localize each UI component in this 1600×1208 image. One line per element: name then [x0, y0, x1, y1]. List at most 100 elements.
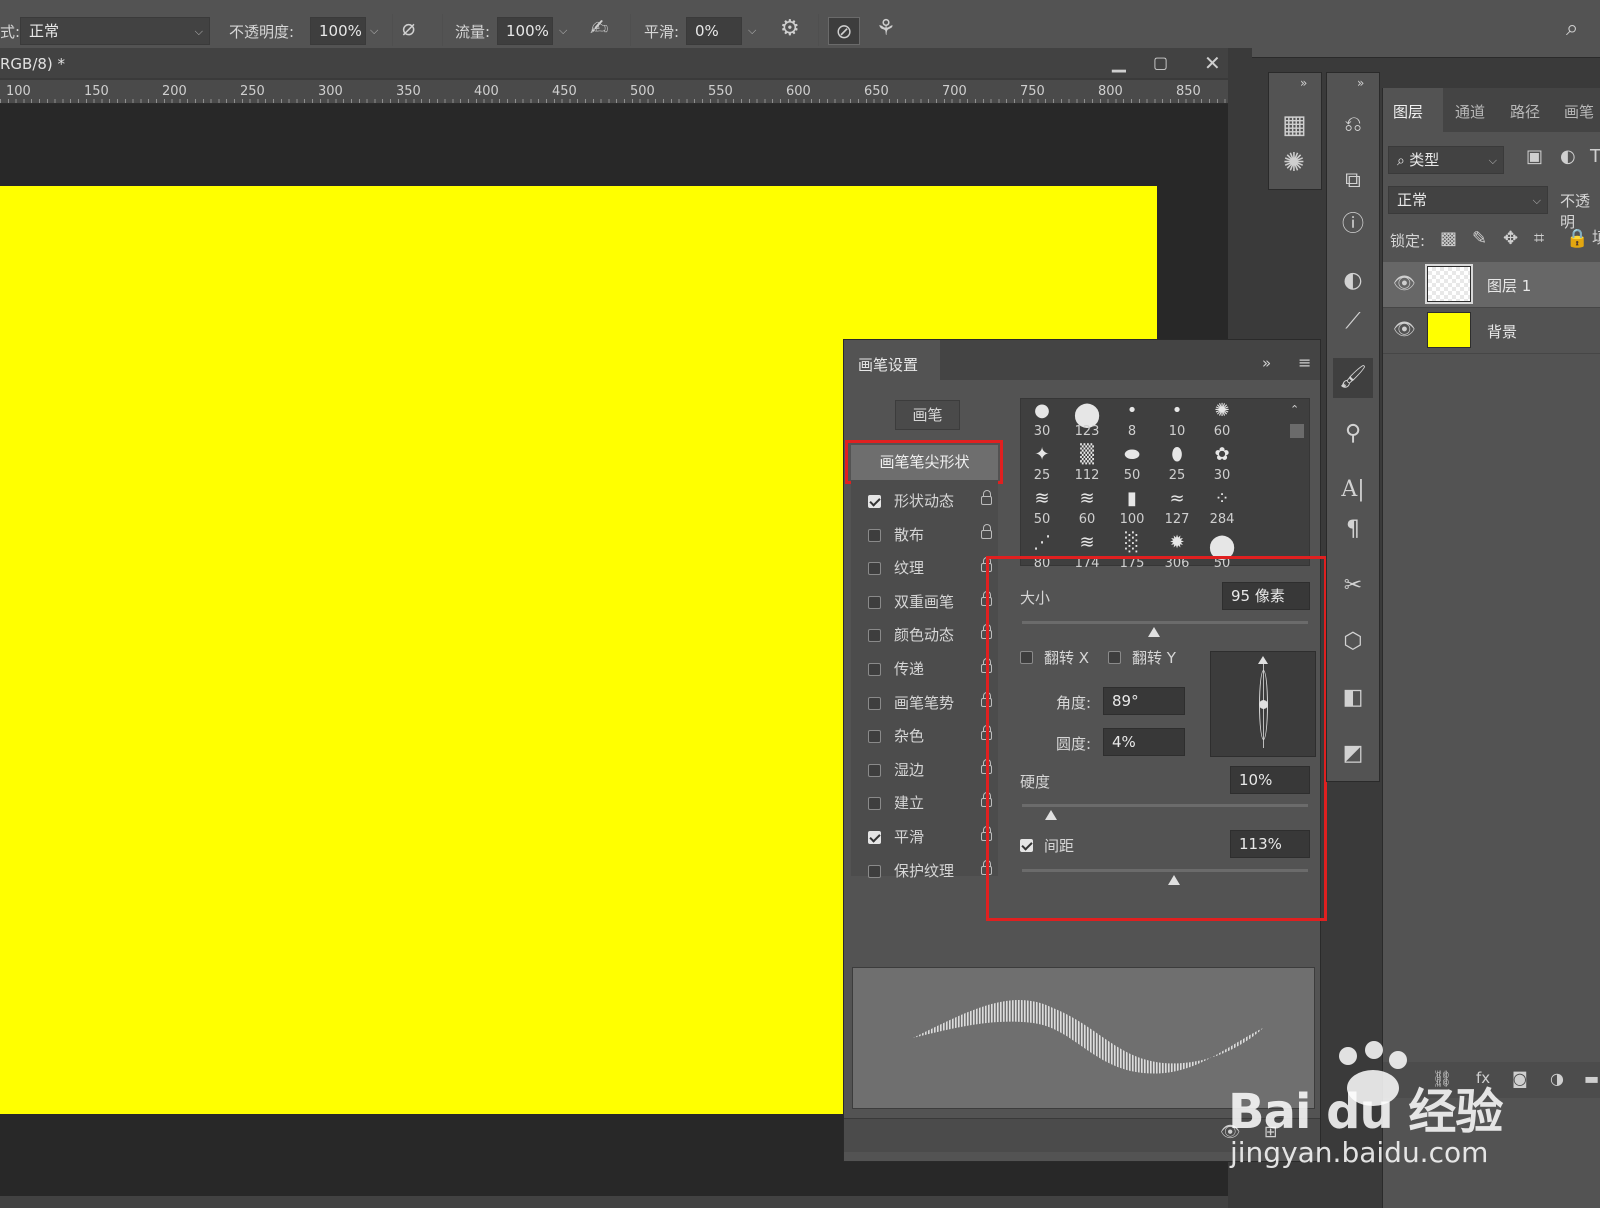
info-icon[interactable]: ⓘ [1333, 205, 1373, 245]
brush-settings-dock-icon[interactable]: 🖌 [1333, 358, 1373, 398]
properties-icon[interactable]: ◧ [1333, 678, 1373, 718]
option-checkbox[interactable] [868, 730, 881, 744]
scroll-up-icon[interactable]: ⌃ [1290, 404, 1299, 415]
visibility-eye-icon[interactable]: 👁 [1393, 321, 1416, 339]
option-checkbox[interactable] [868, 831, 881, 844]
mode-select[interactable]: 正常 ⌵ [20, 17, 210, 45]
new-group-icon[interactable]: ▬ [1584, 1071, 1599, 1087]
option-checkbox[interactable] [868, 696, 881, 710]
clone-source-icon[interactable]: ⚲ [1333, 414, 1373, 454]
opacity-field[interactable]: 100% [310, 17, 366, 45]
panel-menu-icon[interactable]: ≡ [1298, 355, 1311, 371]
libraries-icon[interactable]: ⧉ [1333, 161, 1373, 201]
brush-preset[interactable]: • 8 [1111, 399, 1153, 441]
history-icon[interactable]: ⎌ [1333, 105, 1373, 145]
paragraph-icon[interactable]: ¶ [1333, 510, 1373, 550]
brush-preset[interactable]: ≋ 60 [1066, 487, 1108, 529]
styles-icon[interactable]: ⟋ [1333, 302, 1373, 342]
option-checkbox[interactable] [868, 763, 881, 777]
layer-filter-select[interactable]: ⌕ 类型 ⌵ [1388, 146, 1504, 174]
option-checkbox[interactable] [868, 629, 881, 643]
brush-preset[interactable]: ⬤ 123 [1066, 399, 1108, 441]
smooth-dropdown-icon[interactable]: ⌵ [748, 24, 756, 38]
collapse-panel-icon[interactable]: » [1262, 356, 1271, 371]
lock-icon[interactable] [981, 490, 992, 505]
option-checkbox[interactable] [868, 797, 881, 811]
option-label[interactable]: 双重画笔 [894, 591, 954, 612]
layer-row[interactable]: 👁 背景 [1383, 308, 1600, 354]
airbrush-icon[interactable]: ✍ [590, 18, 608, 40]
option-label[interactable]: 画笔笔势 [894, 692, 954, 713]
new-fill-layer-icon[interactable]: ◑ [1550, 1071, 1564, 1087]
option-checkbox[interactable] [868, 595, 881, 609]
option-label[interactable]: 保护纹理 [894, 860, 954, 881]
option-checkbox[interactable] [868, 495, 881, 508]
brush-preset[interactable]: ≈127 [1156, 487, 1198, 529]
blend-mode-select[interactable]: 正常 ⌵ [1388, 186, 1548, 214]
layer-row[interactable]: 👁 图层 1 [1383, 262, 1600, 308]
tab-3[interactable]: 画笔 [1564, 101, 1594, 122]
lock-transparent-icon[interactable]: ▩ [1440, 230, 1457, 248]
option-label[interactable]: 传递 [894, 658, 924, 679]
brush-preset[interactable]: • 10 [1156, 399, 1198, 441]
tab-0[interactable]: 图层 [1393, 101, 1423, 122]
collapse-dock-icon[interactable]: » [1300, 77, 1307, 89]
option-label[interactable]: 湿边 [894, 759, 924, 780]
grid-icon[interactable]: ▦ [1282, 112, 1307, 138]
visibility-eye-icon[interactable]: 👁 [1393, 275, 1416, 293]
option-checkbox[interactable] [868, 663, 881, 676]
pressure-opacity-icon[interactable]: ⌀ [402, 18, 415, 40]
lock-artboard-icon[interactable]: ⌗ [1534, 230, 1544, 248]
character-icon[interactable]: A| [1333, 470, 1373, 510]
collapse-dock-b-icon[interactable]: » [1357, 77, 1364, 89]
smooth-field[interactable]: 0% [686, 17, 742, 45]
option-label[interactable]: 纹理 [894, 557, 924, 578]
option-label[interactable]: 颜色动态 [894, 624, 954, 645]
flow-field[interactable]: 100% [497, 17, 553, 45]
navigator-icon[interactable]: ✺ [1283, 150, 1305, 176]
brush-preset[interactable]: ≋ 50 [1021, 487, 1063, 529]
opacity-dropdown-icon[interactable]: ⌵ [370, 24, 378, 38]
option-checkbox[interactable] [868, 528, 881, 542]
scroll-thumb[interactable] [1290, 424, 1304, 438]
brush-preset[interactable]: ⬮ 25 [1156, 443, 1198, 485]
lock-icon[interactable] [981, 523, 992, 539]
brush-preset[interactable]: ● 30 [1021, 399, 1063, 441]
tab-1[interactable]: 通道 [1455, 101, 1485, 122]
minimize-icon[interactable]: ▁ [1112, 54, 1126, 72]
preset-scrollbar[interactable]: ⌃ [1288, 404, 1304, 564]
3d-icon[interactable]: ⬡ [1333, 622, 1373, 662]
brush-preset[interactable]: ✦ 25 [1021, 443, 1063, 485]
document-tab-title[interactable]: RGB/8) * [0, 55, 65, 73]
tool-presets-icon[interactable]: ✂ [1333, 566, 1373, 606]
timeline-icon[interactable]: ◩ [1333, 734, 1373, 774]
brush-preset[interactable]: ⬬ 50 [1111, 443, 1153, 485]
close-icon[interactable]: ✕ [1204, 53, 1221, 73]
brush-preset[interactable]: ✺ 60 [1201, 399, 1243, 441]
option-label[interactable]: 杂色 [894, 725, 924, 746]
flow-dropdown-icon[interactable]: ⌵ [559, 24, 567, 38]
symmetry-icon[interactable]: ⚘ [876, 18, 896, 40]
filter-adjustment-icon[interactable]: ◐ [1560, 148, 1576, 166]
option-checkbox[interactable] [868, 562, 881, 576]
gear-icon[interactable]: ⚙ [780, 18, 800, 40]
maximize-icon[interactable]: ▢ [1153, 55, 1168, 71]
filter-type-icon[interactable]: T [1590, 148, 1600, 166]
lock-all-icon[interactable]: 🔒 [1566, 230, 1588, 248]
lock-position-icon[interactable]: ✥ [1503, 230, 1518, 248]
adjustments-icon[interactable]: ◐ [1333, 261, 1373, 301]
search-icon[interactable]: ⌕ [1566, 18, 1578, 40]
brush-presets-button[interactable]: 画笔 [895, 400, 960, 430]
option-label[interactable]: 形状动态 [894, 490, 954, 511]
brush-preset[interactable]: ✿ 30 [1201, 443, 1243, 485]
tab-2[interactable]: 路径 [1510, 101, 1540, 122]
option-label[interactable]: 散布 [894, 524, 924, 545]
option-checkbox[interactable] [868, 864, 881, 878]
option-label[interactable]: 建立 [894, 792, 924, 813]
option-label[interactable]: 平滑 [894, 826, 924, 847]
lock-pixels-icon[interactable]: ✎ [1472, 230, 1487, 248]
brush-preset[interactable]: ▮ 100 [1111, 487, 1153, 529]
pressure-size-icon[interactable]: ⊘ [828, 17, 860, 45]
brush-preset[interactable]: ▒ 112 [1066, 443, 1108, 485]
filter-pixel-icon[interactable]: ▣ [1526, 148, 1543, 166]
